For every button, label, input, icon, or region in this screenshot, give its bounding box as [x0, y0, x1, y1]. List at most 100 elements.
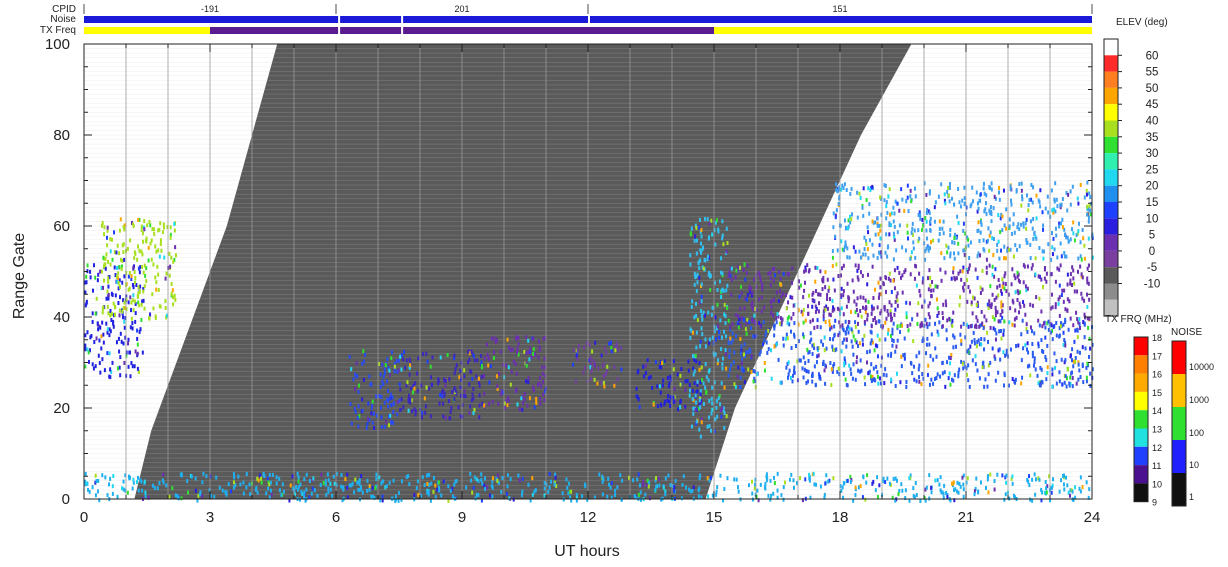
echo-cell: [974, 267, 977, 272]
echo-cell: [472, 387, 475, 392]
echo-cell: [772, 491, 775, 496]
echo-cell: [1055, 333, 1058, 338]
echo-cell: [1013, 317, 1016, 322]
echo-cell: [162, 480, 165, 485]
echo-cell: [861, 305, 864, 310]
echo-cell: [98, 361, 101, 366]
echo-cell: [1082, 380, 1085, 385]
txfreq-tick-label: 11: [1152, 461, 1161, 471]
echo-cell: [901, 488, 904, 493]
echo-cell: [370, 411, 373, 416]
echo-cell: [929, 354, 932, 359]
echo-cell: [1003, 274, 1006, 279]
echo-cell: [857, 329, 860, 334]
echo-cell: [614, 348, 617, 353]
echo-cell: [1002, 332, 1005, 337]
echo-cell: [777, 357, 780, 362]
echo-cell: [248, 482, 251, 487]
echo-cell: [140, 224, 143, 229]
echo-cell: [453, 353, 456, 358]
echo-cell: [858, 249, 861, 254]
echo-cell: [1071, 375, 1074, 380]
elev-color-cell: [1104, 250, 1118, 268]
echo-cell: [857, 368, 860, 373]
echo-cell: [954, 344, 957, 349]
echo-cell: [1060, 254, 1063, 259]
echo-cell: [429, 364, 432, 369]
echo-cell: [1073, 281, 1076, 286]
echo-cell: [719, 318, 722, 323]
echo-cell: [909, 360, 912, 365]
echo-cell: [737, 365, 740, 370]
echo-cell: [784, 480, 787, 485]
echo-cell: [1044, 325, 1047, 330]
echo-cell: [751, 497, 754, 502]
echo-cell: [925, 192, 928, 197]
echo-cell: [591, 349, 594, 354]
echo-cell: [594, 340, 597, 345]
echo-cell: [388, 396, 391, 401]
echo-cell: [645, 483, 648, 488]
echo-cell: [957, 220, 960, 225]
echo-cell: [1015, 188, 1018, 193]
echo-cell: [909, 272, 912, 277]
echo-cell: [1068, 493, 1071, 498]
echo-cell: [823, 335, 826, 340]
echo-cell: [362, 377, 365, 382]
echo-cell: [472, 396, 475, 401]
echo-cell: [1069, 237, 1072, 242]
echo-cell: [134, 319, 137, 324]
echo-cell: [1086, 204, 1089, 209]
echo-cell: [982, 360, 985, 365]
echo-cell: [442, 414, 445, 419]
echo-cell: [491, 494, 494, 499]
echo-cell: [194, 488, 197, 493]
echo-cell: [895, 294, 898, 299]
echo-cell: [475, 477, 478, 482]
echo-cell: [876, 374, 879, 379]
echo-cell: [107, 311, 110, 316]
echo-cell: [957, 271, 960, 276]
echo-cell: [1000, 300, 1003, 305]
echo-cell: [430, 481, 433, 486]
echo-cell: [481, 481, 484, 486]
echo-cell: [893, 286, 896, 291]
echo-cell: [426, 359, 429, 364]
echo-cell: [1026, 264, 1029, 269]
echo-cell: [889, 278, 892, 283]
echo-cell: [711, 335, 714, 340]
echo-cell: [355, 361, 358, 366]
echo-cell: [769, 497, 772, 502]
echo-cell: [952, 251, 955, 256]
echo-cell: [1003, 373, 1006, 378]
echo-cell: [830, 367, 833, 372]
noise-color-cell: [1172, 341, 1186, 374]
echo-cell: [769, 276, 772, 281]
echo-cell: [930, 288, 933, 293]
echo-cell: [899, 329, 902, 334]
echo-cell: [348, 483, 351, 488]
echo-cell: [126, 246, 129, 251]
echo-cell: [143, 219, 146, 224]
echo-cell: [477, 376, 480, 381]
echo-cell: [986, 238, 989, 243]
echo-cell: [866, 247, 869, 252]
echo-cell: [151, 292, 154, 297]
echo-cell: [874, 232, 877, 237]
echo-cell: [925, 211, 928, 216]
echo-cell: [101, 320, 104, 325]
echo-cell: [140, 317, 143, 322]
echo-cell: [143, 306, 146, 311]
echo-cell: [95, 336, 98, 341]
echo-cell: [483, 391, 486, 396]
echo-cell: [396, 369, 399, 374]
echo-cell: [724, 348, 727, 353]
echo-cell: [910, 199, 913, 204]
echo-cell: [581, 494, 584, 499]
echo-cell: [172, 259, 175, 264]
echo-cell: [194, 476, 197, 481]
echo-cell: [1018, 301, 1021, 306]
x-tick-label: 0: [80, 509, 88, 526]
echo-cell: [95, 296, 98, 301]
echo-cell: [762, 342, 765, 347]
